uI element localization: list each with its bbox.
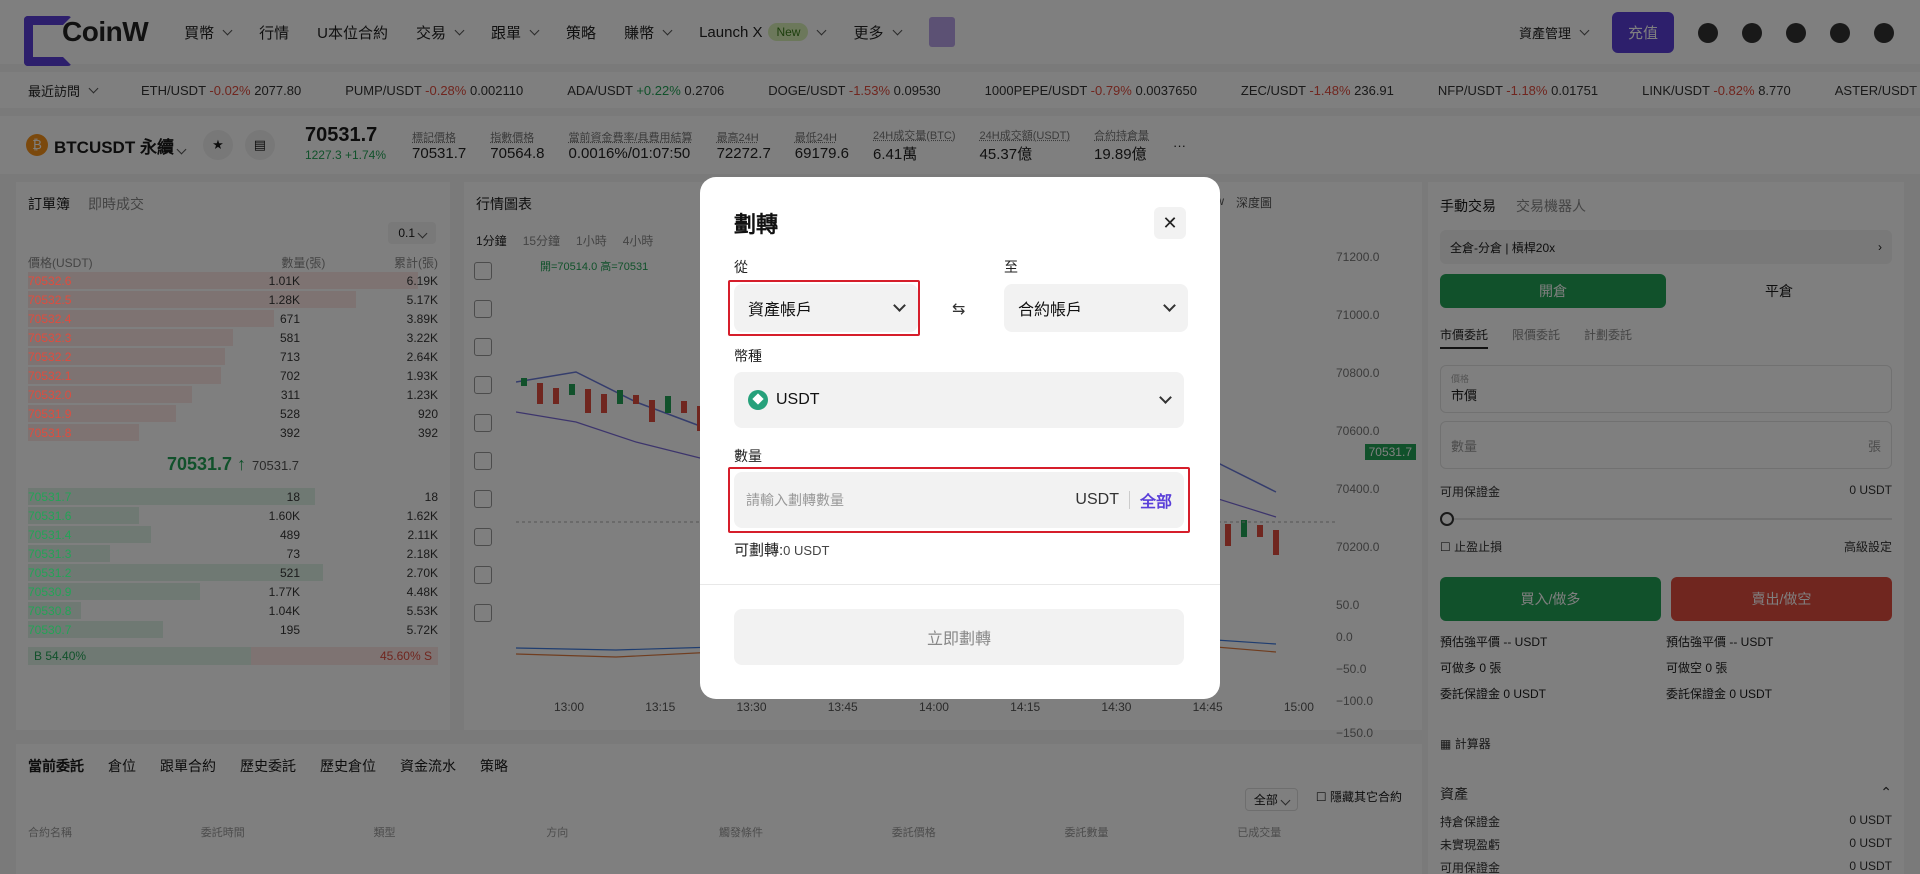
- row-total: 6.19K: [406, 273, 438, 288]
- currency-value: USDT: [776, 391, 820, 409]
- row-price: 70531.6: [28, 508, 72, 523]
- currency-select[interactable]: USDT: [734, 372, 1184, 428]
- row-price: 70531.2: [28, 565, 72, 580]
- row-qty: 311: [280, 387, 300, 402]
- row-qty: 1.28K: [268, 292, 300, 307]
- chevron-down-icon: [1159, 391, 1172, 404]
- row-total: 1.23K: [406, 387, 438, 402]
- close-icon[interactable]: ✕: [1154, 207, 1186, 239]
- row-total: 920: [417, 406, 438, 421]
- to-account-select[interactable]: 合約帳戶: [1004, 284, 1188, 332]
- row-price: 70532.5: [28, 292, 72, 307]
- row-price: 70532.4: [28, 311, 72, 326]
- from-highlight: [728, 280, 920, 336]
- row-total: 392: [417, 425, 438, 440]
- to-account-value: 合約帳戶: [1018, 302, 1083, 319]
- row-qty: 521: [279, 565, 300, 580]
- chevron-down-icon: [1163, 299, 1176, 312]
- available-transfer: 可劃轉:0 USDT: [734, 539, 829, 560]
- row-price: 70530.8: [28, 603, 72, 618]
- row-price: 70531.3: [28, 546, 72, 561]
- row-qty: 671: [279, 311, 300, 326]
- modal-title: 劃轉: [734, 212, 779, 237]
- row-qty: 195: [279, 622, 300, 637]
- transfer-now-button[interactable]: 立即劃轉: [734, 609, 1184, 665]
- to-label: 至: [1004, 259, 1018, 275]
- row-qty: 528: [279, 406, 300, 421]
- row-price: 70532.1: [28, 368, 72, 383]
- row-total: 1.62K: [406, 508, 438, 523]
- row-qty: 581: [279, 330, 300, 345]
- row-qty: 702: [279, 368, 300, 383]
- row-total: 1.93K: [406, 368, 438, 383]
- swap-icon[interactable]: ⇆: [952, 299, 965, 319]
- row-price: 70530.9: [28, 584, 72, 599]
- row-total: 18: [424, 489, 438, 504]
- row-price: 70532.3: [28, 330, 72, 345]
- row-qty: 489: [279, 527, 300, 542]
- row-total: 2.70K: [406, 565, 438, 580]
- row-qty: 73: [286, 546, 300, 561]
- row-total: 3.89K: [406, 311, 438, 326]
- row-price: 70532.2: [28, 349, 72, 364]
- usdt-icon: [748, 390, 768, 410]
- row-total: 5.53K: [406, 603, 438, 618]
- from-label: 從: [734, 259, 748, 275]
- row-qty: 1.04K: [268, 603, 300, 618]
- currency-label: 幣種: [734, 348, 762, 364]
- row-price: 70531.7: [28, 489, 72, 504]
- row-price: 70532.6: [28, 273, 72, 288]
- row-qty: 1.01K: [268, 273, 300, 288]
- row-qty: 18: [286, 489, 300, 504]
- row-total: 3.22K: [406, 330, 438, 345]
- available-value: 0 USDT: [783, 543, 830, 558]
- amount-label: 數量: [734, 448, 762, 464]
- row-price: 70531.9: [28, 406, 72, 421]
- row-total: 2.64K: [406, 349, 438, 364]
- row-total: 5.17K: [406, 292, 438, 307]
- transfer-modal: 劃轉 ✕ 從 至 資產帳戶 ⇆ 合約帳戶 幣種 USDT 數量 USDT 全部 …: [700, 177, 1220, 699]
- row-price: 70530.7: [28, 622, 72, 637]
- available-label: 可劃轉:: [734, 542, 784, 559]
- row-qty: 392: [279, 425, 300, 440]
- row-price: 70531.4: [28, 527, 72, 542]
- row-total: 2.18K: [406, 546, 438, 561]
- row-qty: 713: [279, 349, 300, 364]
- row-price: 70531.8: [28, 425, 72, 440]
- row-price: 70532.0: [28, 387, 72, 402]
- row-qty: 1.77K: [268, 584, 300, 599]
- row-total: 5.72K: [406, 622, 438, 637]
- row-total: 2.11K: [407, 527, 438, 542]
- amount-highlight: [728, 467, 1190, 533]
- modal-divider: [700, 584, 1220, 585]
- row-total: 4.48K: [406, 584, 438, 599]
- row-qty: 1.60K: [268, 508, 300, 523]
